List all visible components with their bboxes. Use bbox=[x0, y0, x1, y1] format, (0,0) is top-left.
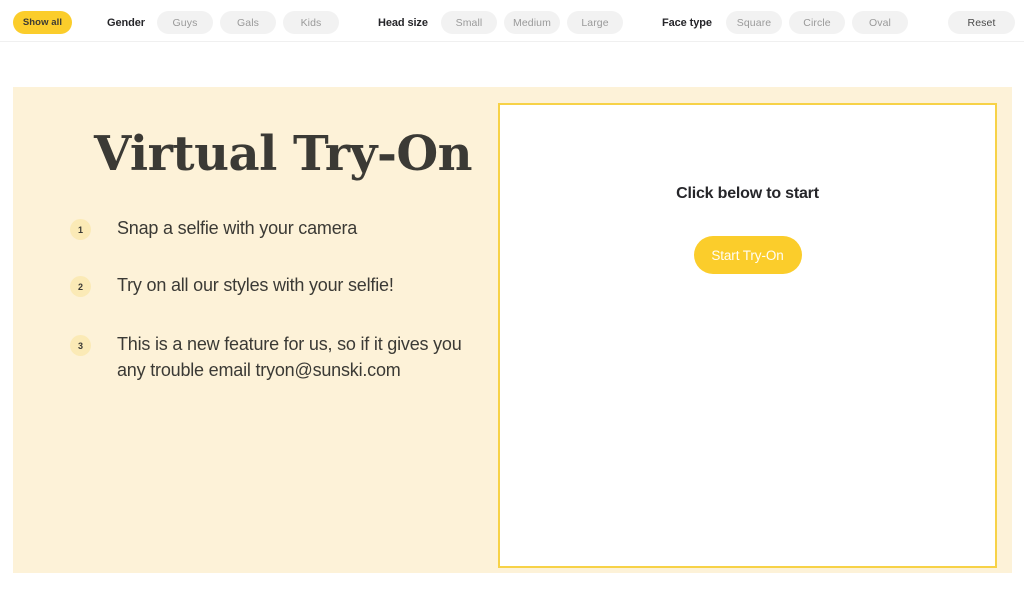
start-try-on-button[interactable]: Start Try-On bbox=[693, 236, 802, 274]
promo-banner: Want to see how these look on you? Use o… bbox=[0, 42, 1024, 119]
step-number-badge: 3 bbox=[70, 335, 91, 356]
filter-option-circle[interactable]: Circle bbox=[789, 11, 845, 34]
filter-option-kids[interactable]: Kids bbox=[283, 11, 339, 34]
instruction-step-1: 1 Snap a selfie with your camera bbox=[70, 215, 470, 241]
filter-group-label-head-size: Head size bbox=[378, 17, 428, 29]
step-text: Snap a selfie with your camera bbox=[117, 218, 358, 238]
try-on-card: Click below to start Start Try-On bbox=[498, 103, 997, 568]
step-text: This is a new feature for us, so if it g… bbox=[117, 334, 462, 380]
filter-show-all-button[interactable]: Show all bbox=[13, 11, 72, 34]
filter-bar: Show all Gender Guys Gals Kids Head size… bbox=[0, 0, 1024, 42]
filter-option-medium[interactable]: Medium bbox=[504, 11, 560, 34]
filter-option-guys[interactable]: Guys bbox=[157, 11, 213, 34]
instruction-step-3: 3 This is a new feature for us, so if it… bbox=[70, 331, 470, 383]
step-text: Try on all our styles with your selfie! bbox=[117, 275, 394, 295]
page-title: Virtual Try-On bbox=[94, 126, 473, 182]
filter-group-label-gender: Gender bbox=[107, 17, 145, 29]
try-on-card-title: Click below to start bbox=[676, 185, 819, 202]
filter-option-small[interactable]: Small bbox=[441, 11, 497, 34]
filter-option-large[interactable]: Large bbox=[567, 11, 623, 34]
step-number-badge: 2 bbox=[70, 276, 91, 297]
filter-option-square[interactable]: Square bbox=[726, 11, 782, 34]
step-number-badge: 1 bbox=[70, 219, 91, 240]
instruction-step-2: 2 Try on all our styles with your selfie… bbox=[70, 272, 470, 298]
filter-group-label-face-type: Face type bbox=[662, 17, 712, 29]
filter-option-oval[interactable]: Oval bbox=[852, 11, 908, 34]
filter-reset-button[interactable]: Reset bbox=[948, 11, 1015, 34]
filter-option-gals[interactable]: Gals bbox=[220, 11, 276, 34]
